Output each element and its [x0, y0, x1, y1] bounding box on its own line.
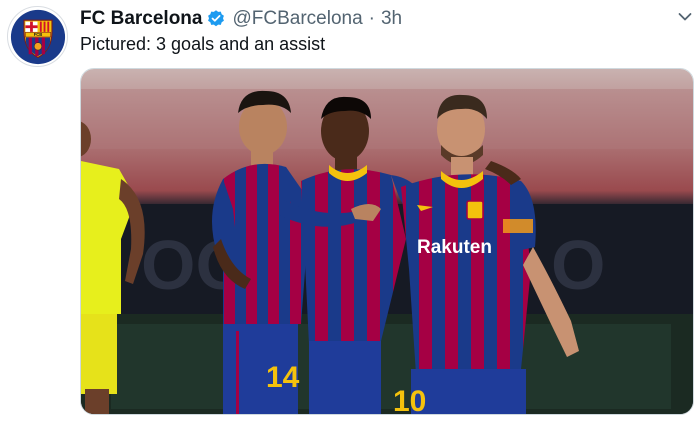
fc-barcelona-crest-icon: FCB	[10, 9, 65, 64]
profile-avatar[interactable]: FCB	[7, 6, 68, 67]
tweet-text: Pictured: 3 goals and an assist	[80, 34, 326, 54]
tweet-timestamp[interactable]: 3h	[381, 8, 402, 30]
tweet-card[interactable]: FCB FC Barcelona @FCBarcelona · 3h Pictu…	[0, 0, 700, 423]
shirt-number-10: 10	[393, 385, 426, 415]
shirt-sponsor: Rakuten	[417, 237, 492, 258]
chevron-down-icon[interactable]	[676, 8, 694, 26]
crest-letters: FCB	[33, 32, 42, 37]
tweet-photo[interactable]: OO O 14 Rakuten 10	[80, 68, 694, 415]
shirt-number-14: 14	[266, 361, 300, 394]
verified-badge-icon	[206, 9, 226, 29]
tweet-header: FC Barcelona @FCBarcelona · 3h	[80, 8, 402, 30]
display-name[interactable]: FC Barcelona	[80, 8, 202, 30]
account-handle[interactable]: @FCBarcelona	[232, 8, 362, 30]
svg-text:O: O	[551, 226, 605, 304]
header-separator: ·	[368, 8, 375, 29]
players-celebrating-photo: OO O 14 Rakuten 10	[81, 69, 693, 415]
